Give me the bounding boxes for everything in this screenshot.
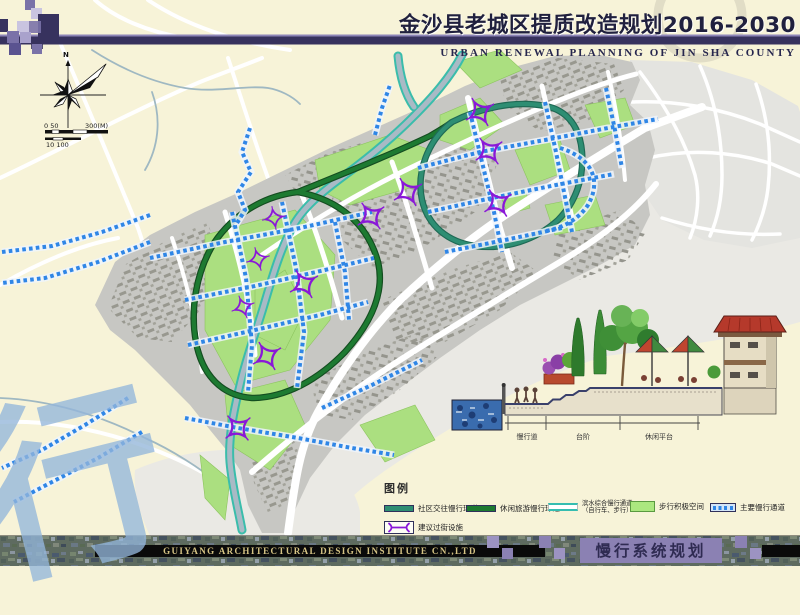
section-label-platform: 休闲平台: [639, 432, 679, 442]
crossing-facility-swatch: [384, 521, 414, 534]
page-subtitle: URBAN RENEWAL PLANNING OF JIN SHA COUNTY: [440, 47, 796, 59]
legend-label: 滨水综合慢行通道: [582, 500, 632, 507]
plan-name: 慢行系统规划: [580, 539, 722, 563]
waterfront-swatch: [548, 503, 578, 511]
crossing-icon: [386, 522, 412, 533]
leisure-ring-swatch: [466, 505, 496, 512]
main-corridor-swatch: [710, 503, 736, 512]
legend-heading: 图例: [384, 480, 410, 496]
page-title: 金沙县老城区提质改造规划2016-2030: [399, 8, 796, 39]
compass-north-label: N: [63, 51, 69, 59]
community-ring-swatch: [384, 505, 414, 512]
pedestrian-space-swatch: [630, 501, 655, 512]
section-label-steps: 台阶: [565, 432, 601, 442]
legend-item-main-corridor: 主要慢行通道: [710, 502, 785, 513]
section-label-path: 慢行道: [509, 432, 545, 442]
legend-item-waterfront: 滨水综合慢行通道 （自行车、步行）: [548, 500, 632, 514]
scale-label-bottom: 10 100: [46, 141, 69, 149]
legend-label: （自行车、步行）: [582, 507, 632, 514]
institute-name: GUIYANG ARCHITECTURAL DESIGN INSTITUTE C…: [95, 545, 545, 557]
scale-label-right: 300(M): [85, 122, 108, 130]
legend-item-community-ring: 社区交往慢行环道: [384, 503, 478, 514]
planning-poster: { "poster": { "title_cn": "金沙县老城区提质改造规划2…: [0, 0, 800, 566]
legend-item-leisure-ring: 休闲旅游慢行环道: [466, 503, 560, 514]
legend-label: 建议过街设施: [418, 522, 463, 533]
right-band: [762, 545, 800, 557]
legend-item-pedestrian-space: 步行积极空间: [630, 501, 704, 512]
legend-item-crossing: 建议过街设施: [384, 521, 463, 534]
legend-label: 主要慢行通道: [740, 502, 785, 513]
scale-label-left: 0 50: [44, 122, 58, 130]
legend-label: 步行积极空间: [659, 501, 704, 512]
